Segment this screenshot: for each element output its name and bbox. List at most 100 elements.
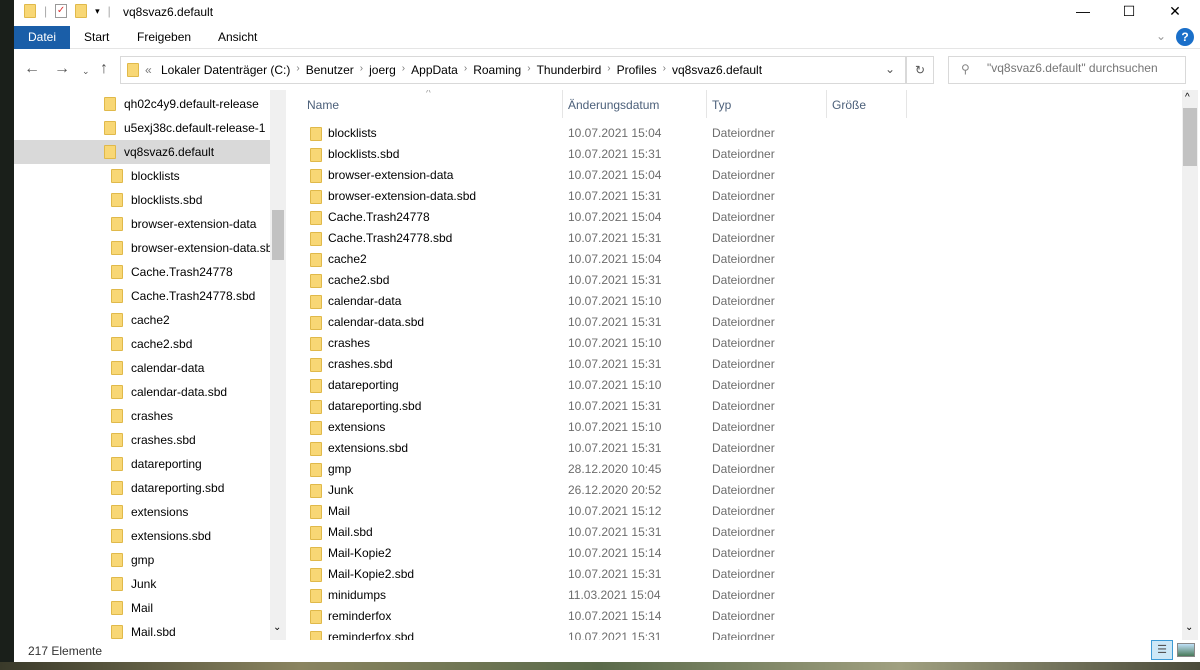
expand-ribbon-icon[interactable]: ⌄ [1156, 29, 1166, 43]
details-view-button[interactable]: ☰ [1151, 640, 1173, 660]
tab-freigeben[interactable]: Freigeben [123, 26, 205, 49]
file-row[interactable]: gmp 28.12.2020 10:45 Dateiordner [290, 459, 1170, 480]
tree-item[interactable]: cache2 [14, 308, 284, 332]
crumb-separator[interactable]: › [607, 63, 610, 77]
crumb-joerg[interactable]: joerg [369, 63, 396, 77]
tab-ansicht[interactable]: Ansicht [204, 26, 271, 49]
overflow-chevron[interactable]: « [145, 63, 152, 77]
tree-item[interactable]: Mail [14, 596, 284, 620]
back-button[interactable]: ← [24, 60, 40, 78]
crumb-roaming[interactable]: Roaming [473, 63, 521, 77]
tree-scrollbar[interactable]: ⌄ [270, 90, 286, 640]
tree-item[interactable]: gmp [14, 548, 284, 572]
tree-item[interactable]: browser-extension-data [14, 212, 284, 236]
column-separator[interactable] [706, 90, 707, 118]
search-input[interactable] [987, 61, 1177, 75]
recent-dropdown-button[interactable]: ⌄ [82, 66, 90, 77]
tree-item[interactable]: calendar-data [14, 356, 284, 380]
column-name[interactable]: Name [307, 98, 339, 112]
up-button[interactable]: ↑ [100, 60, 108, 78]
tree-item[interactable]: qh02c4y9.default-release [14, 92, 284, 116]
file-row[interactable]: Mail-Kopie2 10.07.2021 15:14 Dateiordner [290, 543, 1170, 564]
crumb-separator[interactable]: › [527, 63, 530, 77]
file-row[interactable]: crashes.sbd 10.07.2021 15:31 Dateiordner [290, 354, 1170, 375]
scroll-down-icon[interactable]: ⌄ [1185, 622, 1193, 633]
tree-item[interactable]: browser-extension-data.sbd [14, 236, 284, 260]
address-bar[interactable]: « Lokaler Datenträger (C:) › Benutzer › jo… [120, 56, 906, 84]
tree-item[interactable]: crashes.sbd [14, 428, 284, 452]
file-row[interactable]: Cache.Trash24778.sbd 10.07.2021 15:31 Date… [290, 228, 1170, 249]
tree-item[interactable]: extensions [14, 500, 284, 524]
maximize-button[interactable]: ☐ [1106, 0, 1152, 22]
tree-item[interactable]: cache2.sbd [14, 332, 284, 356]
minimize-button[interactable]: — [1060, 0, 1106, 22]
refresh-button[interactable]: ↻ [906, 56, 934, 84]
tree-item[interactable]: calendar-data.sbd [14, 380, 284, 404]
crumb-c-drive[interactable]: Lokaler Datenträger (C:) [161, 63, 290, 77]
large-icons-view-button[interactable] [1177, 643, 1195, 657]
column-type[interactable]: Typ [712, 98, 731, 112]
file-row[interactable]: browser-extension-data.sbd 10.07.2021 15:… [290, 186, 1170, 207]
tree-item[interactable]: extensions.sbd [14, 524, 284, 548]
tree-item[interactable]: datareporting.sbd [14, 476, 284, 500]
tab-datei[interactable]: Datei [14, 26, 71, 49]
file-row[interactable]: datareporting.sbd 10.07.2021 15:31 Dateior… [290, 396, 1170, 417]
quick-access-dropdown-icon[interactable]: ▾ [95, 6, 100, 17]
crumb-profiles[interactable]: Profiles [617, 63, 657, 77]
tree-item[interactable]: Cache.Trash24778 [14, 260, 284, 284]
scroll-up-icon[interactable]: ^ [1185, 92, 1190, 103]
file-row[interactable]: Mail-Kopie2.sbd 10.07.2021 15:31 Dateiordn… [290, 564, 1170, 585]
crumb-separator[interactable]: › [464, 63, 467, 77]
tab-start[interactable]: Start [70, 26, 123, 49]
file-row[interactable]: minidumps 11.03.2021 15:04 Dateiordner [290, 585, 1170, 606]
file-row[interactable]: reminderfox 10.07.2021 15:14 Dateiordner [290, 606, 1170, 627]
tree-item[interactable]: blocklists.sbd [14, 188, 284, 212]
tree-scroll-thumb[interactable] [272, 210, 284, 260]
file-row[interactable]: crashes 10.07.2021 15:10 Dateiordner [290, 333, 1170, 354]
crumb-current[interactable]: vq8svaz6.default [672, 63, 762, 77]
crumb-separator[interactable]: › [402, 63, 405, 77]
file-row[interactable]: blocklists 10.07.2021 15:04 Dateiordner [290, 123, 1170, 144]
tree-item[interactable]: Mail.sbd [14, 620, 284, 640]
file-row[interactable]: browser-extension-data 10.07.2021 15:04 Da… [290, 165, 1170, 186]
file-row[interactable]: extensions.sbd 10.07.2021 15:31 Dateiordne… [290, 438, 1170, 459]
help-icon[interactable]: ? [1176, 28, 1194, 46]
crumb-separator[interactable]: › [296, 63, 299, 77]
file-row[interactable]: Junk 26.12.2020 20:52 Dateiordner [290, 480, 1170, 501]
crumb-separator[interactable]: › [663, 63, 666, 77]
search-box[interactable]: ⚲ [948, 56, 1186, 84]
forward-button[interactable]: → [54, 60, 70, 78]
column-date[interactable]: Änderungsdatum [568, 98, 659, 112]
file-row[interactable]: reminderfox.sbd 10.07.2021 15:31 Dateiordn… [290, 627, 1170, 640]
file-row[interactable]: Cache.Trash24778 10.07.2021 15:04 Dateiord… [290, 207, 1170, 228]
column-separator[interactable] [826, 90, 827, 118]
tree-item[interactable]: vq8svaz6.default [14, 140, 284, 164]
address-dropdown-icon[interactable]: ⌄ [885, 62, 895, 76]
tree-item[interactable]: u5exj38c.default-release-1 [14, 116, 284, 140]
column-size[interactable]: Größe [832, 98, 866, 112]
properties-icon[interactable]: ✓ [55, 4, 68, 18]
file-row[interactable]: Mail.sbd 10.07.2021 15:31 Dateiordner [290, 522, 1170, 543]
scroll-down-icon[interactable]: ⌄ [273, 622, 281, 633]
tree-item[interactable]: datareporting [14, 452, 284, 476]
crumb-benutzer[interactable]: Benutzer [306, 63, 354, 77]
file-row[interactable]: datareporting 10.07.2021 15:10 Dateiordner [290, 375, 1170, 396]
file-row[interactable]: cache2 10.07.2021 15:04 Dateiordner [290, 249, 1170, 270]
tree-item[interactable]: Cache.Trash24778.sbd [14, 284, 284, 308]
file-row[interactable]: calendar-data 10.07.2021 15:10 Dateiordner [290, 291, 1170, 312]
tree-item[interactable]: crashes [14, 404, 284, 428]
list-scroll-thumb[interactable] [1183, 108, 1197, 166]
column-separator[interactable] [906, 90, 907, 118]
file-row[interactable]: calendar-data.sbd 10.07.2021 15:31 Dateior… [290, 312, 1170, 333]
file-row[interactable]: extensions 10.07.2021 15:10 Dateiordner [290, 417, 1170, 438]
crumb-separator[interactable]: › [360, 63, 363, 77]
close-button[interactable]: ✕ [1152, 0, 1198, 22]
column-separator[interactable] [562, 90, 563, 118]
tree-item[interactable]: blocklists [14, 164, 284, 188]
tree-item[interactable]: Junk [14, 572, 284, 596]
new-folder-icon[interactable] [75, 4, 88, 18]
file-row[interactable]: blocklists.sbd 10.07.2021 15:31 Dateiordne… [290, 144, 1170, 165]
crumb-thunderbird[interactable]: Thunderbird [537, 63, 602, 77]
crumb-appdata[interactable]: AppData [411, 63, 458, 77]
list-scrollbar[interactable]: ^ ⌄ [1182, 90, 1198, 640]
